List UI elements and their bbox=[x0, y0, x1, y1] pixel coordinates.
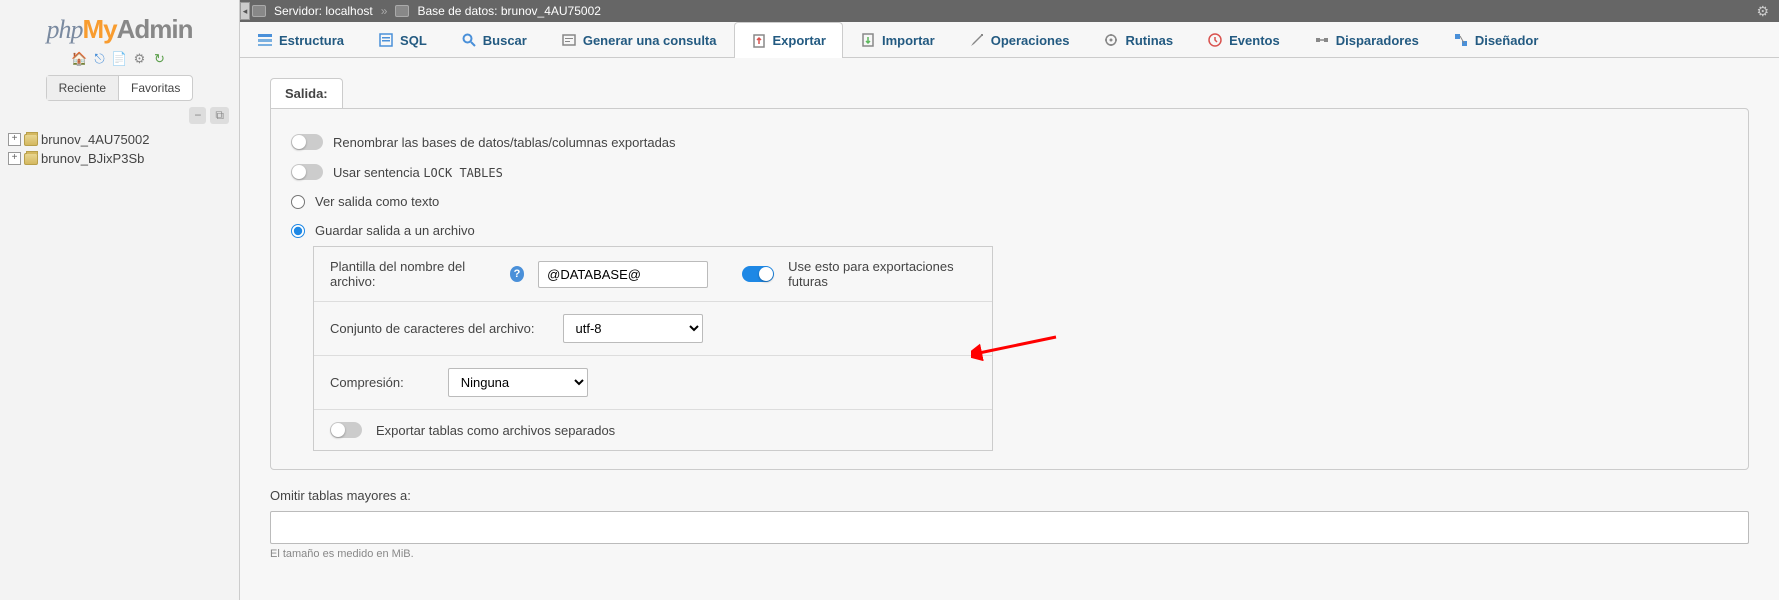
separate-files-toggle[interactable] bbox=[330, 422, 362, 438]
breadcrumb-database[interactable]: Base de datos: brunov_4AU75002 bbox=[417, 4, 600, 18]
filename-template-input[interactable] bbox=[538, 261, 708, 288]
expand-icon[interactable]: + bbox=[8, 133, 21, 146]
tab-operations[interactable]: Operaciones bbox=[952, 22, 1087, 57]
db-name: brunov_4AU75002 bbox=[41, 132, 149, 147]
skip-tables-section: Omitir tablas mayores a: El tamaño es me… bbox=[270, 488, 1749, 560]
skip-tables-label: Omitir tablas mayores a: bbox=[270, 488, 1749, 503]
lock-tables-label: Usar sentencia LOCK TABLES bbox=[333, 165, 503, 180]
expand-icon[interactable]: + bbox=[8, 152, 21, 165]
database-icon bbox=[24, 134, 38, 146]
tab-sql[interactable]: SQL bbox=[361, 22, 444, 57]
future-exports-label: Use esto para exportaciones futuras bbox=[788, 259, 976, 289]
settings-icon[interactable]: ⚙ bbox=[132, 51, 148, 67]
server-icon bbox=[252, 5, 266, 17]
sidebar-collapse-button[interactable]: ◂ bbox=[240, 2, 250, 20]
sidebar-panel-tabs: Reciente Favoritas bbox=[46, 75, 194, 101]
breadcrumb: Servidor: localhost » Base de datos: bru… bbox=[240, 0, 1779, 22]
skip-tables-hint: El tamaño es medido en MiB. bbox=[270, 548, 1749, 560]
save-file-radio[interactable] bbox=[291, 224, 305, 238]
sidebar-toolbar: 🏠 ⎋ 📄 ⚙ ↻ bbox=[72, 51, 168, 67]
rename-toggle[interactable] bbox=[291, 134, 323, 150]
future-exports-toggle[interactable] bbox=[742, 266, 774, 282]
help-icon[interactable]: ? bbox=[510, 266, 524, 282]
tab-query[interactable]: Generar una consulta bbox=[544, 22, 734, 57]
view-text-radio[interactable] bbox=[291, 195, 305, 209]
database-icon bbox=[395, 5, 409, 17]
view-text-label: Ver salida como texto bbox=[315, 194, 439, 209]
output-section: Renombrar las bases de datos/tablas/colu… bbox=[270, 108, 1749, 470]
skip-tables-input[interactable] bbox=[270, 511, 1749, 544]
tab-search[interactable]: Buscar bbox=[444, 22, 544, 57]
db-item[interactable]: + brunov_BJixP3Sb bbox=[8, 149, 239, 168]
main-panel: Servidor: localhost » Base de datos: bru… bbox=[240, 0, 1779, 600]
tab-import[interactable]: Importar bbox=[843, 22, 952, 57]
content-area: Salida: Renombrar las bases de datos/tab… bbox=[240, 58, 1779, 600]
save-file-label: Guardar salida a un archivo bbox=[315, 223, 475, 238]
sidebar: phpMyAdmin 🏠 ⎋ 📄 ⚙ ↻ Reciente Favoritas … bbox=[0, 0, 240, 600]
tab-favorites[interactable]: Favoritas bbox=[119, 76, 192, 100]
file-options-panel: Plantilla del nombre del archivo: ? Use … bbox=[313, 246, 993, 451]
breadcrumb-server[interactable]: Servidor: localhost bbox=[274, 4, 373, 18]
home-icon[interactable]: 🏠 bbox=[72, 51, 88, 67]
top-tabs: Estructura SQL Buscar Generar una consul… bbox=[240, 22, 1779, 58]
logout-icon[interactable]: ⎋ bbox=[92, 51, 108, 67]
output-section-title: Salida: bbox=[270, 78, 343, 108]
db-name: brunov_BJixP3Sb bbox=[41, 151, 144, 166]
tab-recent[interactable]: Reciente bbox=[47, 76, 119, 100]
compression-select[interactable]: Ninguna bbox=[448, 368, 588, 397]
rename-label: Renombrar las bases de datos/tablas/colu… bbox=[333, 135, 676, 150]
reload-icon[interactable]: ↻ bbox=[152, 51, 168, 67]
collapse-all-icon[interactable]: − bbox=[189, 107, 206, 124]
docs-icon[interactable]: 📄 bbox=[112, 51, 128, 67]
database-tree: + brunov_4AU75002 + brunov_BJixP3Sb bbox=[0, 130, 239, 168]
tab-triggers[interactable]: Disparadores bbox=[1297, 22, 1436, 57]
link-icon[interactable]: ⧉ bbox=[210, 107, 229, 124]
separate-files-label: Exportar tablas como archivos separados bbox=[376, 423, 615, 438]
filename-template-label: Plantilla del nombre del archivo: bbox=[330, 259, 496, 289]
lock-tables-toggle[interactable] bbox=[291, 164, 323, 180]
logo: phpMyAdmin bbox=[46, 8, 192, 49]
charset-label: Conjunto de caracteres del archivo: bbox=[330, 321, 535, 336]
tab-export[interactable]: Exportar bbox=[734, 22, 843, 58]
compression-label: Compresión: bbox=[330, 375, 404, 390]
tab-structure[interactable]: Estructura bbox=[240, 22, 361, 57]
tab-routines[interactable]: Rutinas bbox=[1086, 22, 1190, 57]
tab-events[interactable]: Eventos bbox=[1190, 22, 1297, 57]
database-icon bbox=[24, 153, 38, 165]
tab-designer[interactable]: Diseñador bbox=[1436, 22, 1556, 57]
charset-select[interactable]: utf-8 bbox=[563, 314, 703, 343]
page-settings-icon[interactable]: ⚙ bbox=[1756, 3, 1769, 20]
db-item[interactable]: + brunov_4AU75002 bbox=[8, 130, 239, 149]
